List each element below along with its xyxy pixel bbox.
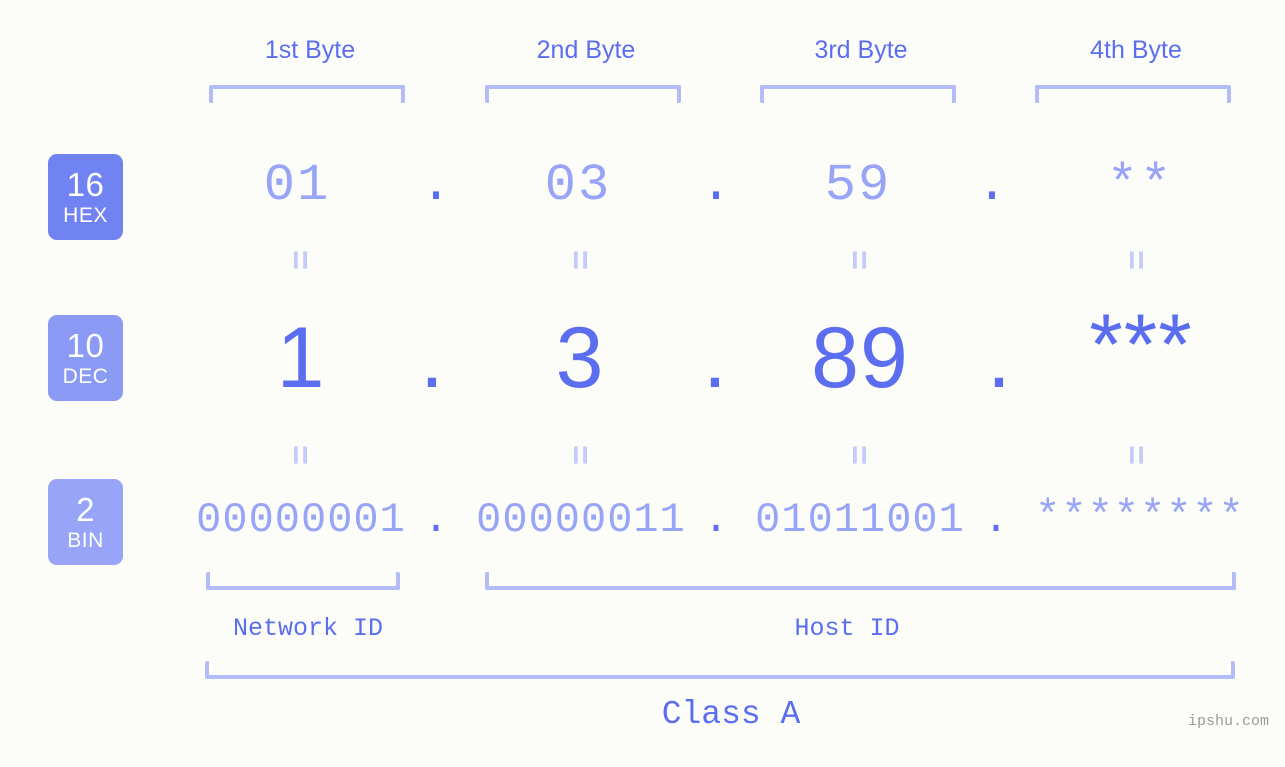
hex-octet-1: 01 — [263, 156, 331, 215]
network-id-bracket — [206, 572, 400, 590]
equals-symbol-dec-bin-4: = — [1117, 445, 1155, 465]
byte-bracket-2 — [485, 85, 681, 103]
base-badge-dec-name: DEC — [62, 365, 109, 388]
bin-separator-2: . — [703, 496, 729, 544]
byte-bracket-3 — [760, 85, 956, 103]
hex-separator-1: . — [420, 156, 452, 215]
dec-octet-3: 89 — [811, 310, 909, 406]
hex-octet-4: ** — [1106, 156, 1174, 215]
dec-separator-1: . — [420, 310, 444, 406]
base-badge-hex: 16 HEX — [48, 154, 123, 240]
base-badge-dec: 10 DEC — [48, 315, 123, 401]
base-badge-dec-number: 10 — [66, 327, 105, 364]
base-badge-bin: 2 BIN — [48, 479, 123, 565]
hex-octet-3: 59 — [824, 156, 892, 215]
network-id-label: Network ID — [232, 614, 384, 643]
byte-bracket-1 — [209, 85, 405, 103]
site-watermark: ipshu.com — [1188, 713, 1270, 730]
class-bracket — [205, 661, 1235, 679]
dec-octet-1: 1 — [276, 310, 326, 406]
base-badge-bin-number: 2 — [76, 491, 95, 528]
base-badge-hex-number: 16 — [66, 166, 105, 203]
equals-symbol-hex-dec-2: = — [561, 250, 599, 270]
base-badge-hex-name: HEX — [63, 204, 108, 227]
hex-separator-3: . — [976, 156, 1008, 215]
dec-separator-3: . — [987, 310, 1011, 406]
byte-header-label-3: 3rd Byte — [814, 36, 908, 64]
bin-octet-4: ******** — [1035, 493, 1245, 541]
equals-symbol-hex-dec-4: = — [1117, 250, 1155, 270]
byte-header-label-1: 1st Byte — [264, 36, 356, 64]
host-id-bracket — [485, 572, 1236, 590]
equals-symbol-hex-dec-3: = — [840, 250, 878, 270]
equals-symbol-dec-bin-1: = — [281, 445, 319, 465]
dec-separator-2: . — [703, 310, 727, 406]
class-label: Class A — [661, 696, 801, 733]
byte-header-label-4: 4th Byte — [1090, 36, 1182, 64]
ip-address-breakdown-diagram: 1st Byte 2nd Byte 3rd Byte 4th Byte 16 H… — [0, 0, 1285, 767]
byte-header-label-2: 2nd Byte — [536, 36, 636, 64]
bin-octet-1: 00000001 — [196, 496, 406, 544]
bin-separator-3: . — [983, 496, 1009, 544]
bin-octet-3: 01011001 — [755, 496, 965, 544]
bin-octet-2: 00000011 — [476, 496, 686, 544]
bin-separator-1: . — [423, 496, 449, 544]
hex-separator-2: . — [700, 156, 732, 215]
equals-symbol-hex-dec-1: = — [281, 250, 319, 270]
equals-symbol-dec-bin-3: = — [840, 445, 878, 465]
dec-octet-4: *** — [1089, 297, 1193, 393]
base-badge-bin-name: BIN — [67, 529, 104, 552]
equals-symbol-dec-bin-2: = — [561, 445, 599, 465]
dec-octet-2: 3 — [555, 310, 605, 406]
byte-bracket-4 — [1035, 85, 1231, 103]
host-id-label: Host ID — [794, 614, 900, 643]
hex-octet-2: 03 — [544, 156, 612, 215]
